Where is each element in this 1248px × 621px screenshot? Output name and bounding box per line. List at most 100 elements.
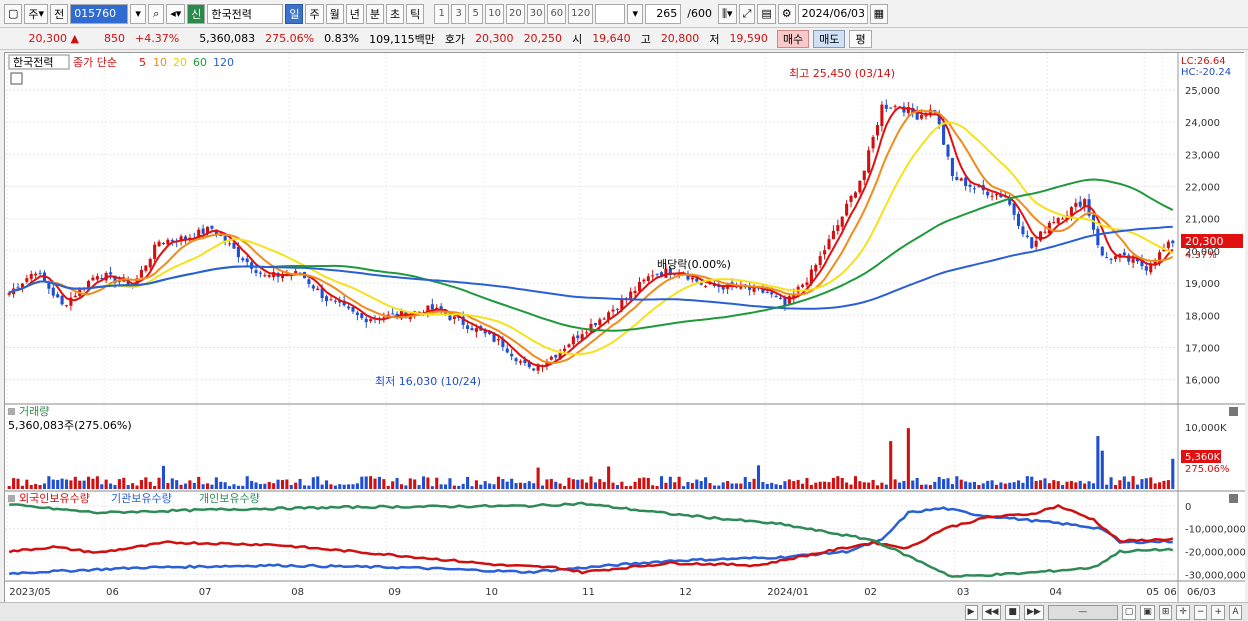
candle-body [845,203,849,216]
layout-icon[interactable]: ▢ [4,3,23,24]
period-select[interactable]: 주 ▾ [24,3,49,24]
volume-pct-tag-text: 275.06% [1185,464,1230,475]
interval-3[interactable]: 3 [451,3,467,24]
search-icon[interactable]: ⌕ [148,3,165,24]
stock-code-input[interactable]: 015760 [70,3,129,24]
candle-body [1100,246,1104,256]
zoom-slider[interactable]: — [1047,604,1118,620]
volume-bar [395,477,399,489]
interval-60[interactable]: 60 [547,3,567,24]
interval-5[interactable]: 5 [468,3,484,24]
tab-tick[interactable]: 틱 [406,3,425,24]
volume-bar [236,485,240,489]
volume-bar [1003,483,1007,489]
layout-2-icon[interactable]: ▣ [1140,604,1155,620]
interval-10[interactable]: 10 [485,3,504,24]
stock-name-field[interactable]: 한국전력 [207,3,284,24]
volume-bar [563,485,567,489]
volume-bar [1153,483,1157,489]
interval-1[interactable]: 1 [434,3,450,24]
chart-svg[interactable]: 16,00017,00018,00019,00020,00021,00022,0… [5,53,1246,603]
volume-bar [355,483,359,489]
candle-body [690,277,694,280]
volume-bar [382,479,386,489]
volume-value: 5,360,083 [199,32,256,45]
candle-body [563,348,567,352]
interval-dropdown-icon[interactable]: ▾ [627,3,644,24]
layout-3-icon[interactable]: ⊞ [1158,604,1173,620]
candle-body [29,273,33,279]
volume-bar [796,479,800,489]
grid-toggle-icon[interactable] [10,72,23,85]
stop-icon[interactable]: ■ [1005,604,1020,620]
scroll-right-icon[interactable]: ▶ [964,604,978,620]
volume-bar [585,482,589,489]
interval-custom-input[interactable] [595,3,626,24]
candle-body [56,294,60,298]
code-dropdown-icon[interactable]: ▾ [130,3,147,24]
candle-body [964,177,968,187]
volume-bar [994,484,999,489]
volume-bar [34,483,38,489]
candle-body [990,195,994,197]
buy-button[interactable]: 매수 [776,29,810,48]
interval-20[interactable]: 20 [505,3,525,24]
tab-year[interactable]: 년 [345,3,364,24]
low-price: 19,590 [729,32,768,45]
compare-icon[interactable]: ⤢ [738,3,756,24]
volume-bar [972,481,976,489]
eval-button[interactable]: 평 [849,29,872,48]
time-tick-label: 04 [1049,587,1062,598]
layout-1-icon[interactable]: ▢ [1121,604,1137,620]
tab-day[interactable]: 일 [285,3,304,24]
candle-body [311,285,315,289]
rewind-icon[interactable]: ◀◀ [981,604,1002,620]
volume-bar [91,478,95,489]
interval-30[interactable]: 30 [526,3,546,24]
zoom-out-icon[interactable]: − [1193,604,1208,620]
candle-type-icon[interactable]: ⫼▾ [717,3,737,24]
speaker-icon[interactable]: ◂▾ [166,3,186,24]
volume-bar [955,476,959,489]
volume-bar [950,484,954,489]
candle-body [1109,258,1113,260]
auto-scale-icon[interactable]: A [1229,604,1242,620]
save-icon[interactable]: ▤ [757,3,776,24]
volume-bar [928,485,932,489]
candle-body [60,295,64,305]
crosshair-icon[interactable]: ✛ [1176,604,1190,620]
volume-bar [56,479,60,489]
price-tick-label: 24,000 [1185,118,1220,129]
tab-minute[interactable]: 분 [365,3,384,24]
tab-second[interactable]: 초 [385,3,405,24]
candle-body [148,259,152,268]
volume-close-icon[interactable] [1229,407,1238,416]
sell-button[interactable]: 매도 [813,29,846,48]
volume-bar [12,478,16,489]
volume-bar [206,483,210,489]
volume-bar [1149,477,1153,489]
interval-120[interactable]: 120 [568,3,594,24]
candle-body [1025,235,1029,238]
volume-bar [1074,482,1078,489]
volume-bar [629,485,633,489]
date-input[interactable]: 2024/06/03 [797,3,868,24]
chart-area[interactable]: 16,000 17,000 18,000 19,000 20,000 21,000 22,0… [4,52,1246,603]
tab-week[interactable]: 주 [305,3,324,24]
volume-bar [518,482,523,489]
candle-body [294,271,298,274]
prev-button[interactable]: 전 [50,3,69,24]
zoom-in-icon[interactable]: + [1211,604,1225,620]
gear-icon[interactable]: ⚙ [777,3,796,24]
volume-bar [827,482,831,489]
volume-bar [492,484,496,489]
flow-close-icon[interactable] [1229,494,1238,503]
volume-bar [567,477,571,489]
candle-body [924,115,928,117]
fast-forward-icon[interactable]: ▶▶ [1023,604,1044,620]
calendar-icon[interactable]: ▦ [869,3,889,24]
volume-bar [69,480,73,489]
tab-month[interactable]: 월 [325,3,344,24]
volume-bar [175,480,179,489]
count-input[interactable]: 265 [645,3,682,24]
